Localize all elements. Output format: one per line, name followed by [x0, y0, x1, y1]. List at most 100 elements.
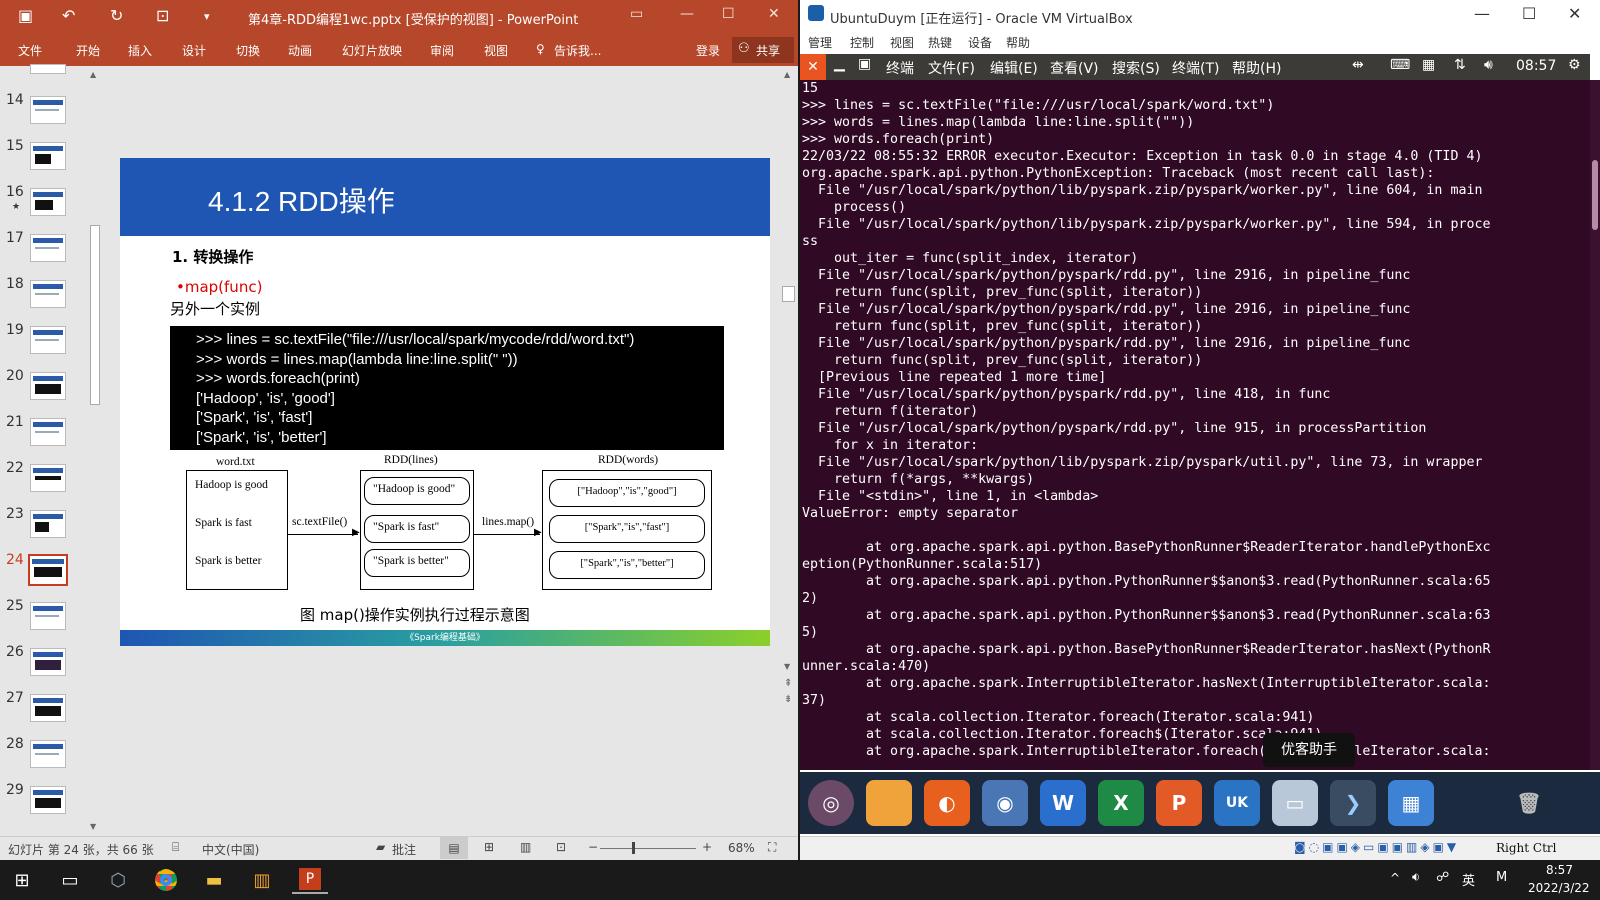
tab-review[interactable]: 审阅 — [430, 42, 454, 59]
workspace-icon[interactable]: ▦ — [1388, 780, 1434, 826]
language-indicator[interactable]: 中文(中国) — [202, 841, 259, 858]
maximize-icon[interactable]: ☐ — [722, 6, 735, 22]
slide-thumbnail[interactable] — [30, 372, 66, 400]
scroll-thumb[interactable] — [782, 286, 795, 302]
volume-icon[interactable]: 🔊︎ — [1484, 57, 1493, 73]
comment-icon[interactable]: ▰ — [376, 840, 385, 854]
scroll-down-icon[interactable]: ▼ — [90, 822, 96, 831]
ime-mode[interactable]: M — [1496, 870, 1507, 885]
ime-language[interactable]: 英 — [1462, 870, 1475, 889]
term-menu-file[interactable]: 文件(F) — [928, 58, 975, 78]
term-menu-view[interactable]: 查看(V) — [1050, 58, 1099, 78]
close-icon[interactable]: ✕ — [800, 54, 826, 80]
keyboard-icon[interactable]: ⌨ — [1390, 57, 1410, 73]
tell-me-search[interactable]: 告诉我... — [554, 42, 601, 59]
slide-thumbnail[interactable] — [30, 96, 66, 124]
slide-thumbnail[interactable] — [30, 786, 66, 814]
restore-icon[interactable]: ▣ — [858, 56, 871, 72]
tab-transitions[interactable]: 切换 — [236, 42, 260, 59]
zoom-slider[interactable] — [600, 848, 696, 849]
scroll-up-icon[interactable]: ▲ — [784, 70, 790, 79]
minimize-icon[interactable]: — — [680, 6, 694, 22]
virtualbox-task-icon[interactable]: ⬡ — [100, 866, 136, 894]
tab-slideshow[interactable]: 幻灯片放映 — [342, 42, 402, 59]
slide-scrollbar[interactable]: ▲ ▼ ⇞ ⇟ — [782, 70, 796, 720]
chromium-icon[interactable]: ◉ — [982, 780, 1028, 826]
next-slide-icon[interactable]: ⇟ — [784, 694, 792, 705]
files-folder-icon[interactable] — [866, 780, 912, 826]
present-icon[interactable]: ⊡ — [156, 6, 169, 25]
menu-control[interactable]: 控制 — [850, 34, 874, 51]
close-icon[interactable]: ✕ — [1568, 4, 1581, 23]
minimize-icon[interactable]: ▁ — [834, 56, 845, 72]
slide-thumbnail[interactable] — [30, 326, 66, 354]
ubuntu-launcher-icon[interactable]: ◎ — [808, 780, 854, 826]
ribbon-display-icon[interactable]: ▭ — [630, 6, 643, 22]
tab-file[interactable]: 文件 — [18, 42, 42, 59]
slide-thumbnail[interactable] — [30, 602, 66, 630]
zoom-in-icon[interactable]: + — [702, 840, 712, 854]
input-method-icon[interactable]: ⇹ — [1352, 57, 1364, 73]
file-explorer-task-icon[interactable]: ▬ — [196, 866, 232, 894]
slide-thumbnail[interactable] — [30, 64, 66, 74]
menu-manage[interactable]: 管理 — [808, 34, 832, 51]
close-icon[interactable]: ✕ — [768, 6, 780, 22]
taskbar-date[interactable]: 2022/3/22 — [1528, 881, 1590, 895]
ubuntu-clock[interactable]: 08:57 — [1516, 58, 1556, 74]
chrome-task-icon[interactable] — [148, 866, 184, 894]
slide-thumbnail[interactable] — [30, 464, 66, 492]
minimize-icon[interactable]: — — [1474, 4, 1490, 23]
term-menu-app[interactable]: 终端 — [886, 58, 914, 78]
firefox-icon[interactable]: ◐ — [924, 780, 970, 826]
zoom-slider-thumb[interactable] — [632, 842, 635, 854]
slide-thumbnail[interactable] — [30, 234, 66, 262]
tab-view[interactable]: 视图 — [484, 42, 508, 59]
powerpoint-task-icon[interactable]: P — [292, 866, 328, 894]
tray-volume-icon[interactable]: 🔉︎ — [1412, 870, 1420, 885]
calendar-icon[interactable]: ▦ — [1422, 57, 1435, 73]
network-icon[interactable]: ⇅ — [1454, 57, 1466, 73]
accessibility-icon[interactable]: ⌸ — [172, 840, 179, 855]
reading-view-icon[interactable]: ▥ — [520, 840, 531, 854]
tray-network-icon[interactable]: ☍ — [1436, 870, 1449, 885]
windows-start-icon[interactable]: ⊞ — [4, 866, 40, 894]
maximize-icon[interactable]: ☐ — [1522, 4, 1536, 23]
normal-view-icon[interactable]: ▤ — [440, 837, 468, 859]
vbox-device-icons[interactable]: ◙◌▣▣◈▭▣▣▥◈▣▼ — [1294, 840, 1459, 854]
zoom-out-icon[interactable]: − — [588, 840, 598, 854]
notebook-task-icon[interactable]: ▥ — [244, 866, 280, 894]
task-view-icon[interactable]: ▭ — [52, 866, 88, 894]
slide-thumbnail[interactable] — [30, 694, 66, 722]
slide-thumbnail[interactable] — [30, 648, 66, 676]
scroll-thumb[interactable] — [90, 225, 100, 405]
slide-thumbnail-current[interactable] — [28, 554, 68, 586]
save-icon[interactable]: ▣ — [18, 6, 33, 25]
tab-design[interactable]: 设计 — [182, 42, 206, 59]
terminal-chevron-icon[interactable]: ❯ — [1330, 780, 1376, 826]
comments-button[interactable]: 批注 — [392, 841, 416, 858]
slideshow-view-icon[interactable]: ⊡ — [556, 840, 566, 854]
slide-thumbnail[interactable] — [30, 510, 66, 538]
settings-gear-icon[interactable]: ⚙ — [1568, 57, 1581, 73]
word-icon[interactable]: W — [1040, 780, 1086, 826]
taskbar-time[interactable]: 8:57 — [1546, 863, 1573, 877]
slide-thumbnail[interactable] — [30, 188, 66, 216]
undo-icon[interactable]: ↶ — [62, 6, 75, 25]
terminal-output[interactable]: 15 >>> lines = sc.textFile("file:///usr/l… — [800, 80, 1590, 770]
fit-slide-icon[interactable]: ⛶ — [768, 840, 776, 855]
menu-view[interactable]: 视图 — [890, 34, 914, 51]
scroll-thumb[interactable] — [1592, 160, 1598, 230]
zoom-level[interactable]: 68% — [728, 841, 755, 855]
menu-devices[interactable]: 设备 — [968, 34, 992, 51]
thumbnail-scrollbar[interactable]: ▲ ▼ — [88, 70, 102, 835]
customize-icon[interactable]: ▾ — [204, 10, 210, 23]
login-link[interactable]: 登录 — [696, 42, 720, 59]
youker-assistant-icon[interactable]: ▭ — [1272, 780, 1318, 826]
prev-slide-icon[interactable]: ⇞ — [784, 678, 792, 689]
menu-hotkey[interactable]: 热键 — [928, 34, 952, 51]
slide-thumbnail[interactable] — [30, 418, 66, 446]
youker-uk-icon[interactable]: UK — [1214, 780, 1260, 826]
redo-icon[interactable]: ↻ — [110, 6, 123, 25]
term-menu-edit[interactable]: 编辑(E) — [990, 58, 1038, 78]
scroll-down-icon[interactable]: ▼ — [784, 662, 790, 671]
